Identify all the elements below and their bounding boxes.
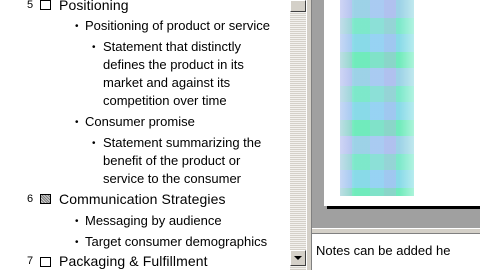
outline-sub-bullet-line[interactable]: market and against its <box>103 75 230 90</box>
outline-sub-bullet-line[interactable]: service to the consumer <box>103 171 241 186</box>
slide-title[interactable]: Communication Strategies <box>59 191 226 207</box>
slide-number: 7 <box>27 255 34 267</box>
slide-background-overlay <box>340 0 414 196</box>
outline-scrollbar[interactable] <box>290 0 306 270</box>
bullet-icon: • <box>75 117 79 128</box>
slide-number: 5 <box>27 0 34 11</box>
outline-bullet[interactable]: Target consumer demographics <box>85 234 267 249</box>
bullet-icon: • <box>75 216 79 227</box>
bullet-icon: • <box>92 42 96 53</box>
slide-icon[interactable] <box>40 257 51 267</box>
slide-title[interactable]: Packaging & Fulfillment <box>59 253 208 269</box>
chevron-down-icon <box>294 256 302 260</box>
slide-title[interactable]: Positioning <box>59 0 129 13</box>
outline-sub-bullet[interactable]: Statement that distinctly <box>103 39 241 54</box>
bullet-icon: • <box>75 237 79 248</box>
outline-sub-bullet-line[interactable]: defines the product in its <box>103 57 244 72</box>
slide-icon[interactable] <box>40 0 51 10</box>
scrollbar-thumb[interactable] <box>290 0 306 12</box>
slide-number: 6 <box>27 193 34 205</box>
outline-sub-bullet-line[interactable]: benefit of the product or <box>103 153 240 168</box>
bullet-icon: • <box>92 138 96 149</box>
notes-placeholder[interactable]: Notes can be added he <box>316 243 450 258</box>
outline-bullet[interactable]: Messaging by audience <box>85 213 222 228</box>
notes-pane[interactable]: Notes can be added he <box>312 234 480 270</box>
outline-bullet[interactable]: Positioning of product or service <box>85 18 270 33</box>
scroll-down-button[interactable] <box>290 250 306 266</box>
outline-sub-bullet[interactable]: Statement summarizing the <box>103 135 261 150</box>
bullet-icon: • <box>75 21 79 32</box>
outline-bullet[interactable]: Consumer promise <box>85 114 195 129</box>
slide-icon[interactable] <box>40 194 51 204</box>
outline-pane[interactable]: 5 Positioning • Positioning of product o… <box>0 0 290 270</box>
outline-sub-bullet-line[interactable]: competition over time <box>103 93 227 108</box>
